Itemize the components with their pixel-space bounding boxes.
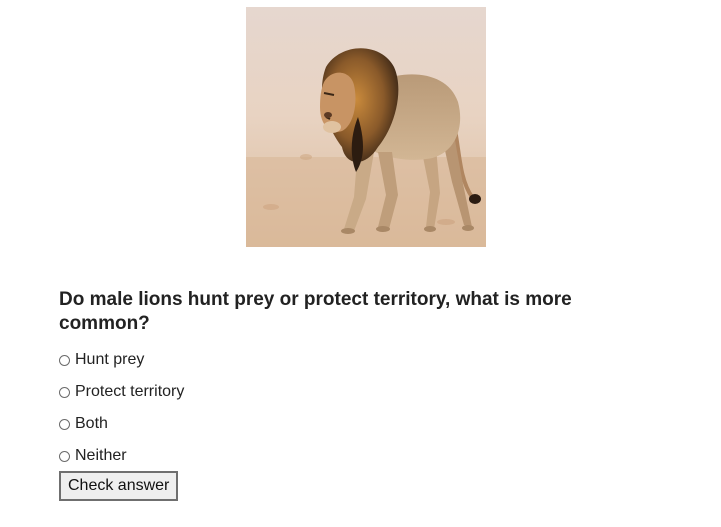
lion-image: [246, 7, 486, 247]
check-answer-button[interactable]: Check answer: [59, 471, 179, 501]
option-neither[interactable]: Neither: [59, 440, 184, 472]
radio-button[interactable]: [59, 386, 70, 398]
option-label: Both: [75, 415, 108, 432]
option-both[interactable]: Both: [59, 408, 184, 440]
question-text: Do male lions hunt prey or protect terri…: [59, 289, 572, 334]
radio-button[interactable]: [59, 354, 70, 366]
option-label: Protect territory: [75, 383, 185, 400]
option-hunt-prey[interactable]: Hunt prey: [59, 344, 184, 376]
radio-button[interactable]: [59, 418, 70, 430]
option-protect-territory[interactable]: Protect territory: [59, 376, 184, 408]
radio-button[interactable]: [59, 450, 70, 462]
answer-options: Hunt prey Protect territory Both Neither: [59, 344, 184, 472]
option-label: Hunt prey: [75, 351, 145, 368]
option-label: Neither: [75, 447, 127, 464]
